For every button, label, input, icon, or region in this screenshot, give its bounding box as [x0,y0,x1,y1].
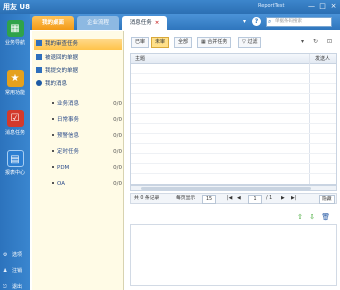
tree-subitem[interactable]: 业务消息 0/0 [52,99,122,110]
window-caption: ReportTest [258,3,285,9]
grid-header: 主题 发送人 [131,54,336,64]
options-button[interactable]: ⚙ 选项 [3,251,22,258]
table-row [131,164,336,174]
minimize-button[interactable]: — [307,2,316,11]
tab-process[interactable]: 企业流程 [77,16,119,30]
table-row [131,84,336,94]
prev-page-button[interactable]: ◀ [237,194,241,203]
page-size-input[interactable]: 15 [202,195,216,204]
window-controls: — □ × [307,2,338,11]
total-pages: / 1 [266,196,273,201]
filter-button[interactable]: ▽ 过滤 [238,37,262,48]
task-grid: 主题 发送人 [130,53,337,185]
tree-item-my-approvals[interactable]: 我的审查任务 [34,39,122,50]
tree-item-my-messages[interactable]: 我的消息 [36,79,67,90]
page-number-input[interactable]: 1 [248,195,262,204]
tree-subitem[interactable]: PDM 0/0 [52,163,122,174]
table-row [131,114,336,124]
main-panel: 已审 未审 全部 ▦ 合并任务 ▽ 过滤 ▾ ↻ ⊡ 主题 发送人 共 0 条记… [127,31,340,290]
tab-close-icon[interactable]: × [155,20,160,26]
logout-button[interactable]: ♟ 注销 [3,267,22,274]
star-icon: ★ [6,70,24,87]
arrow-down-icon[interactable]: ⇩ [309,213,315,221]
gear-icon: ⚙ [3,252,8,258]
tab-desktop[interactable]: 我的桌面 [32,16,74,30]
last-page-button[interactable]: ▶| [291,194,296,203]
sidebar-item-reports[interactable]: ▤ 报表中心 [0,150,30,176]
maximize-button[interactable]: □ [318,2,327,11]
sidebar-item-navigation[interactable]: ▦ 业务导航 [0,20,30,46]
folder-icon [36,40,42,46]
pagination-bar: 共 0 条记录 每页显示 15 |◀ ◀ 1 / 1 ▶ ▶| 隐藏 [130,193,337,204]
filter-unapproved-button[interactable]: 未审 [151,37,170,48]
horizontal-scrollbar[interactable] [130,185,337,191]
tree-item-submitted[interactable]: 我提交的单据 [36,66,78,77]
table-row [131,74,336,84]
folder-icon [36,67,42,73]
sidebar: ▦ 业务导航 ★ 常用功能 ☑ 消息任务 ▤ 报表中心 ⚙ 选项 ♟ 注销 ⎋ 退出 [0,14,30,290]
table-row [131,104,336,114]
sidebar-item-favorites[interactable]: ★ 常用功能 [0,70,30,96]
user-icon: ♟ [3,268,8,274]
help-icon[interactable]: ? [252,17,261,26]
page-size-label: 每页显示 [176,196,196,201]
search-icon: ⌕ [268,18,272,25]
tab-messages[interactable]: 消息任务 × [122,16,167,30]
close-button[interactable]: × [329,2,338,11]
hide-button[interactable]: 隐藏 [319,195,335,204]
exit-icon: ⎋ [3,284,7,290]
tree-subitem[interactable]: 日常事务 0/0 [52,115,122,126]
filter-all-button[interactable]: 全部 [174,37,193,48]
tree-subitem[interactable]: 定时任务 0/0 [52,147,122,158]
arrow-up-icon[interactable]: ⇧ [297,213,303,221]
tree-item-returned[interactable]: 被退回的单据 [36,53,78,64]
first-page-button[interactable]: |◀ [227,194,232,203]
next-page-button[interactable]: ▶ [281,194,285,203]
grid-icon: ▦ [6,20,24,37]
table-row [131,124,336,134]
app-title: 用友 U8 [3,3,30,11]
task-icon: ☑ [6,110,24,127]
tree-subitem[interactable]: 预警信息 0/0 [52,131,122,142]
tab-bar: 我的桌面 企业流程 消息任务 × ▾ ? ⌕ 单据条码搜索 [30,14,340,30]
detail-panel [130,224,337,286]
task-tree: 我的审查任务 被退回的单据 我提交的单据 我的消息 业务消息 0/0 日常事务 0/… [32,31,124,290]
detail-actions: ⇧ ⇩ 🗑 [297,213,334,221]
chevron-down-icon[interactable]: ▾ [301,38,304,45]
sidebar-item-tasks[interactable]: ☑ 消息任务 [0,110,30,136]
tree-subitem[interactable]: OA 0/0 [52,179,122,190]
table-row [131,154,336,164]
filter-icon: ▽ [242,39,246,45]
folder-icon [36,54,42,60]
exit-button[interactable]: ⎋ 退出 [3,283,22,290]
table-row [131,144,336,154]
table-row [131,94,336,104]
merge-tasks-button[interactable]: ▦ 合并任务 [197,37,232,48]
column-subject[interactable]: 主题 [135,54,145,64]
filter-approved-button[interactable]: 已审 [131,37,150,48]
title-bar: 用友 U8 ReportTest — □ × [0,0,340,14]
expand-icon [36,80,42,86]
column-sender[interactable]: 发送人 [315,54,330,64]
delete-icon[interactable]: 🗑 [321,213,330,221]
record-count: 共 0 条记录 [134,196,160,201]
toolbar: 已审 未审 全部 ▦ 合并任务 ▽ 过滤 ▾ ↻ ⊡ [127,37,340,49]
layout-icon[interactable]: ⊡ [327,38,332,45]
refresh-icon[interactable]: ↻ [313,38,318,45]
report-icon: ▤ [6,150,24,167]
chevron-down-icon[interactable]: ▾ [243,18,246,25]
search-input[interactable]: ⌕ 单据条码搜索 [266,17,332,27]
table-row [131,134,336,144]
table-row [131,64,336,74]
